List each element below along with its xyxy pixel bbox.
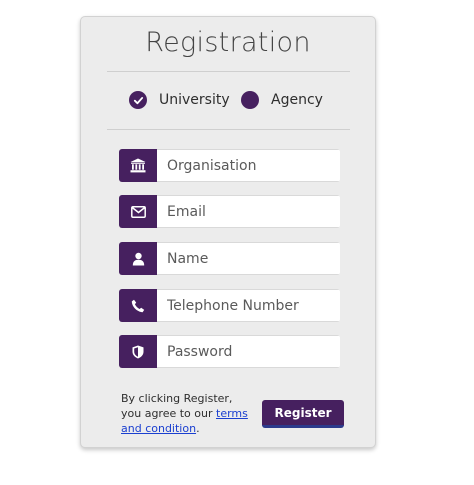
shield-icon	[119, 335, 157, 368]
terms-suffix: .	[196, 422, 200, 435]
radio-label-university: University	[159, 92, 230, 108]
telephone-field	[119, 289, 340, 322]
email-input[interactable]	[157, 195, 340, 228]
name-field	[119, 242, 340, 275]
page-title: Registration	[145, 27, 311, 58]
registration-card: Registration University Agency Organisat…	[80, 16, 376, 448]
terms-text: By clicking Register, you agree to our t…	[121, 391, 251, 436]
password-input[interactable]	[157, 335, 340, 368]
radio-agency[interactable]: Agency	[241, 91, 323, 109]
envelope-icon	[119, 195, 157, 228]
user-icon	[119, 242, 157, 275]
radio-label-agency: Agency	[271, 92, 323, 108]
phone-icon	[119, 289, 157, 322]
email-field	[119, 195, 340, 228]
organisation-input[interactable]	[157, 149, 340, 182]
bank-icon	[119, 149, 157, 182]
telephone-input[interactable]	[157, 289, 340, 322]
name-input[interactable]	[157, 242, 340, 275]
account-type-group: University Agency	[81, 91, 375, 111]
radio-university[interactable]: University	[129, 91, 230, 109]
radio-unchecked-icon	[241, 91, 259, 109]
organisation-field	[119, 149, 340, 182]
register-button[interactable]: Register	[262, 400, 344, 428]
divider	[107, 129, 350, 130]
divider	[107, 71, 350, 72]
check-icon	[129, 91, 147, 109]
password-field	[119, 335, 340, 368]
